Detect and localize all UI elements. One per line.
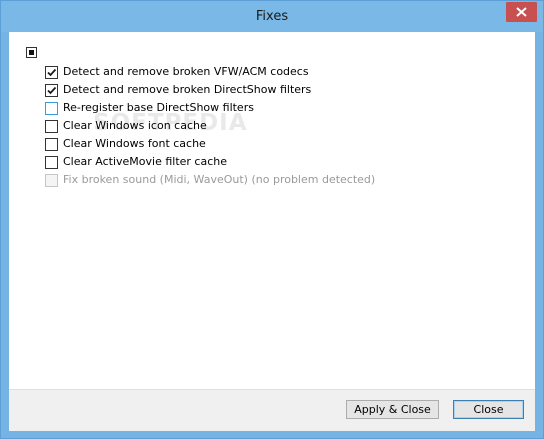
button-bar: Apply & Close Close: [9, 389, 535, 431]
fix-option-row[interactable]: Re-register base DirectShow filters: [45, 99, 254, 117]
close-icon: [506, 2, 537, 22]
window-title: Fixes: [255, 9, 289, 24]
fix-option-label: Clear ActiveMovie filter cache: [63, 155, 228, 168]
fix-option-label: Fix broken sound (Midi, WaveOut) (no pro…: [63, 173, 376, 186]
fixes-list-panel: SOFTPEDIA Detect and remove broken VFW/A…: [9, 32, 535, 389]
partial-check-indicator: [29, 50, 34, 55]
fix-option-row[interactable]: Clear Windows icon cache: [45, 117, 207, 135]
fix-checkbox[interactable]: [45, 155, 58, 169]
select-all-checkbox[interactable]: [26, 47, 37, 58]
fix-option-label: Clear Windows font cache: [63, 137, 206, 150]
window-close-button[interactable]: [506, 2, 537, 22]
fix-checkbox[interactable]: [45, 137, 58, 151]
fix-option-row: Fix broken sound (Midi, WaveOut) (no pro…: [45, 171, 375, 189]
fix-checkbox[interactable]: [45, 83, 58, 97]
fix-option-row[interactable]: Detect and remove broken DirectShow filt…: [45, 81, 311, 99]
fix-option-label: Re-register base DirectShow filters: [63, 101, 254, 114]
fixes-dialog: Fixes SOFTPEDIA Detect and remove broken…: [0, 0, 544, 439]
fix-checkbox[interactable]: [45, 101, 58, 115]
apply-close-button[interactable]: Apply & Close: [346, 400, 439, 419]
fix-checkbox[interactable]: [45, 119, 58, 133]
fix-option-label: Detect and remove broken VFW/ACM codecs: [63, 65, 309, 78]
fix-option-row[interactable]: Clear ActiveMovie filter cache: [45, 153, 227, 171]
fix-option-label: Detect and remove broken DirectShow filt…: [63, 83, 312, 96]
dialog-client-area: SOFTPEDIA Detect and remove broken VFW/A…: [9, 32, 535, 431]
title-bar[interactable]: Fixes: [1, 1, 543, 32]
fix-option-label: Clear Windows icon cache: [63, 119, 207, 132]
fix-option-row[interactable]: Detect and remove broken VFW/ACM codecs: [45, 63, 309, 81]
fix-checkbox: [45, 173, 58, 187]
close-button[interactable]: Close: [453, 400, 524, 419]
fix-checkbox[interactable]: [45, 65, 58, 79]
fix-option-row[interactable]: Clear Windows font cache: [45, 135, 206, 153]
checkmark-icon: [47, 68, 57, 76]
checkmark-icon: [47, 86, 57, 94]
